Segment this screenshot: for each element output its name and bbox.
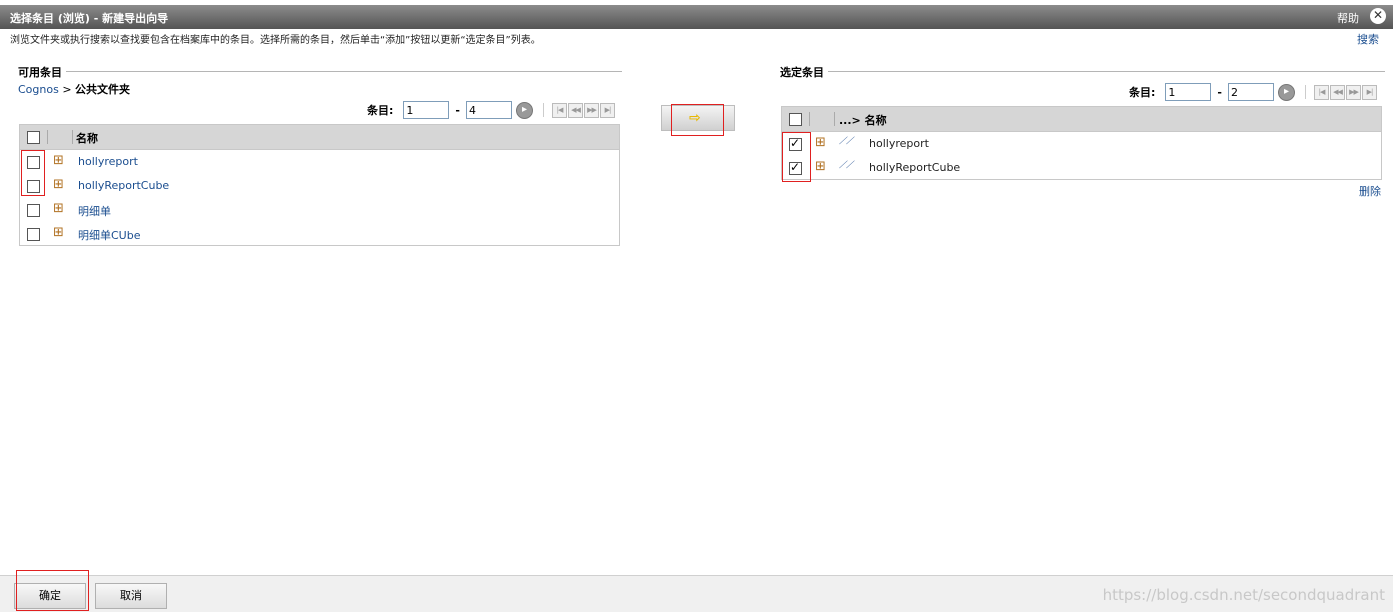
- available-item-link[interactable]: 明细单: [78, 203, 111, 219]
- available-pager-go-icon[interactable]: ▸: [515, 101, 533, 119]
- available-pager-label: 条目:: [367, 104, 394, 117]
- prev-page-icon[interactable]: ◀◀: [567, 102, 583, 118]
- cube-icon: ⊞: [815, 159, 826, 174]
- next-page-icon[interactable]: ▶▶: [583, 102, 599, 118]
- watermark-text: https://blog.csdn.net/secondquadrant: [1102, 586, 1385, 604]
- close-icon[interactable]: ✕: [1370, 8, 1386, 24]
- ok-button[interactable]: 确定: [14, 583, 86, 609]
- available-row-checkbox[interactable]: [27, 228, 40, 241]
- available-pager: 条目: - ▸ |◀ ◀◀ ▶▶ ▶|: [367, 100, 616, 120]
- selected-pager-from-input[interactable]: [1165, 83, 1212, 101]
- title-bar: 选择条目 (浏览) - 新建导出向导 帮助 ✕: [0, 5, 1393, 29]
- selected-pager-label: 条目:: [1129, 86, 1156, 99]
- selected-row-checkbox[interactable]: [789, 160, 802, 175]
- selected-pager-go-icon[interactable]: ▸: [1277, 83, 1295, 101]
- available-column-name: 名称: [76, 132, 98, 145]
- first-page-icon[interactable]: |◀: [551, 102, 567, 118]
- selected-select-all-checkbox[interactable]: [789, 113, 802, 126]
- breadcrumb-separator: >: [62, 83, 72, 96]
- available-list-header: 名称: [20, 125, 619, 150]
- cube-icon: ⊞: [53, 201, 64, 216]
- instructions-text: 浏览文件夹或执行搜索以查找要包含在档案库中的条目。选择所需的条目，然后单击“添加…: [10, 35, 541, 46]
- available-row: ⊞ 明细单CUbe: [20, 222, 619, 246]
- cancel-button[interactable]: 取消: [95, 583, 167, 609]
- last-page-icon[interactable]: ▶|: [1361, 84, 1377, 100]
- available-row: ⊞ hollyreport: [20, 150, 619, 174]
- selected-item-name: hollyReportCube: [869, 161, 961, 174]
- cube-icon: ⊞: [815, 135, 826, 150]
- cube-icon: ⊞: [53, 153, 64, 168]
- available-row-checkbox[interactable]: [27, 204, 40, 217]
- first-page-icon[interactable]: |◀: [1313, 84, 1329, 100]
- last-page-icon[interactable]: ▶|: [599, 102, 615, 118]
- available-row: ⊞ 明细单: [20, 198, 619, 222]
- selected-section-title: 选定条目: [780, 64, 828, 80]
- selected-row: ⊞ ⟋⟋ hollyReportCube: [782, 156, 1381, 180]
- available-section-line: [18, 71, 622, 72]
- available-pager-from-input[interactable]: [403, 101, 450, 119]
- footer-bar: 确定 取消 https://blog.csdn.net/secondquadra…: [0, 575, 1393, 612]
- available-section-title: 可用条目: [18, 64, 66, 80]
- window-title: 选择条目 (浏览) - 新建导出向导: [10, 12, 169, 25]
- arrow-right-icon: ⇨: [689, 110, 701, 126]
- available-item-link[interactable]: 明细单CUbe: [78, 227, 140, 243]
- available-item-link[interactable]: hollyReportCube: [78, 179, 169, 192]
- selected-item-name: hollyreport: [869, 137, 929, 150]
- prev-page-icon[interactable]: ◀◀: [1329, 84, 1345, 100]
- add-button[interactable]: ⇨: [661, 105, 735, 131]
- selected-row: ⊞ ⟋⟋ hollyreport: [782, 132, 1381, 156]
- available-row: ⊞ hollyReportCube: [20, 174, 619, 198]
- cube-icon: ⊞: [53, 177, 64, 192]
- available-item-link[interactable]: hollyreport: [78, 155, 138, 168]
- breadcrumb-current: 公共文件夹: [75, 83, 131, 96]
- selected-row-checkbox[interactable]: [789, 136, 802, 151]
- available-list: 名称 ⊞ hollyreport ⊞ hollyReportCube ⊞ 明细单…: [19, 124, 620, 246]
- breadcrumb-root-link[interactable]: Cognos: [18, 83, 59, 96]
- cube-icon: ⊞: [53, 225, 64, 240]
- selected-list-header: ...> 名称: [782, 107, 1381, 132]
- breadcrumb: Cognos > 公共文件夹: [18, 81, 130, 97]
- available-select-all-checkbox[interactable]: [27, 131, 40, 144]
- selected-pager-to-input[interactable]: [1227, 83, 1274, 101]
- selected-list: ...> 名称 ⊞ ⟋⟋ hollyreport ⊞ ⟋⟋ hollyRepor…: [781, 106, 1382, 180]
- selected-column-name: ...> 名称: [839, 114, 887, 127]
- available-row-checkbox[interactable]: [27, 156, 40, 169]
- available-row-checkbox[interactable]: [27, 180, 40, 193]
- available-pager-to-input[interactable]: [465, 101, 512, 119]
- search-link[interactable]: 搜索: [1357, 31, 1379, 47]
- shortcut-icon: ⟋⟋: [839, 136, 853, 147]
- next-page-icon[interactable]: ▶▶: [1345, 84, 1361, 100]
- selected-section-line: [780, 71, 1385, 72]
- shortcut-icon: ⟋⟋: [839, 160, 853, 171]
- selected-pager: 条目: - ▸ |◀ ◀◀ ▶▶ ▶|: [1129, 82, 1378, 102]
- delete-link[interactable]: 删除: [1359, 183, 1381, 199]
- help-link[interactable]: 帮助: [1337, 10, 1359, 26]
